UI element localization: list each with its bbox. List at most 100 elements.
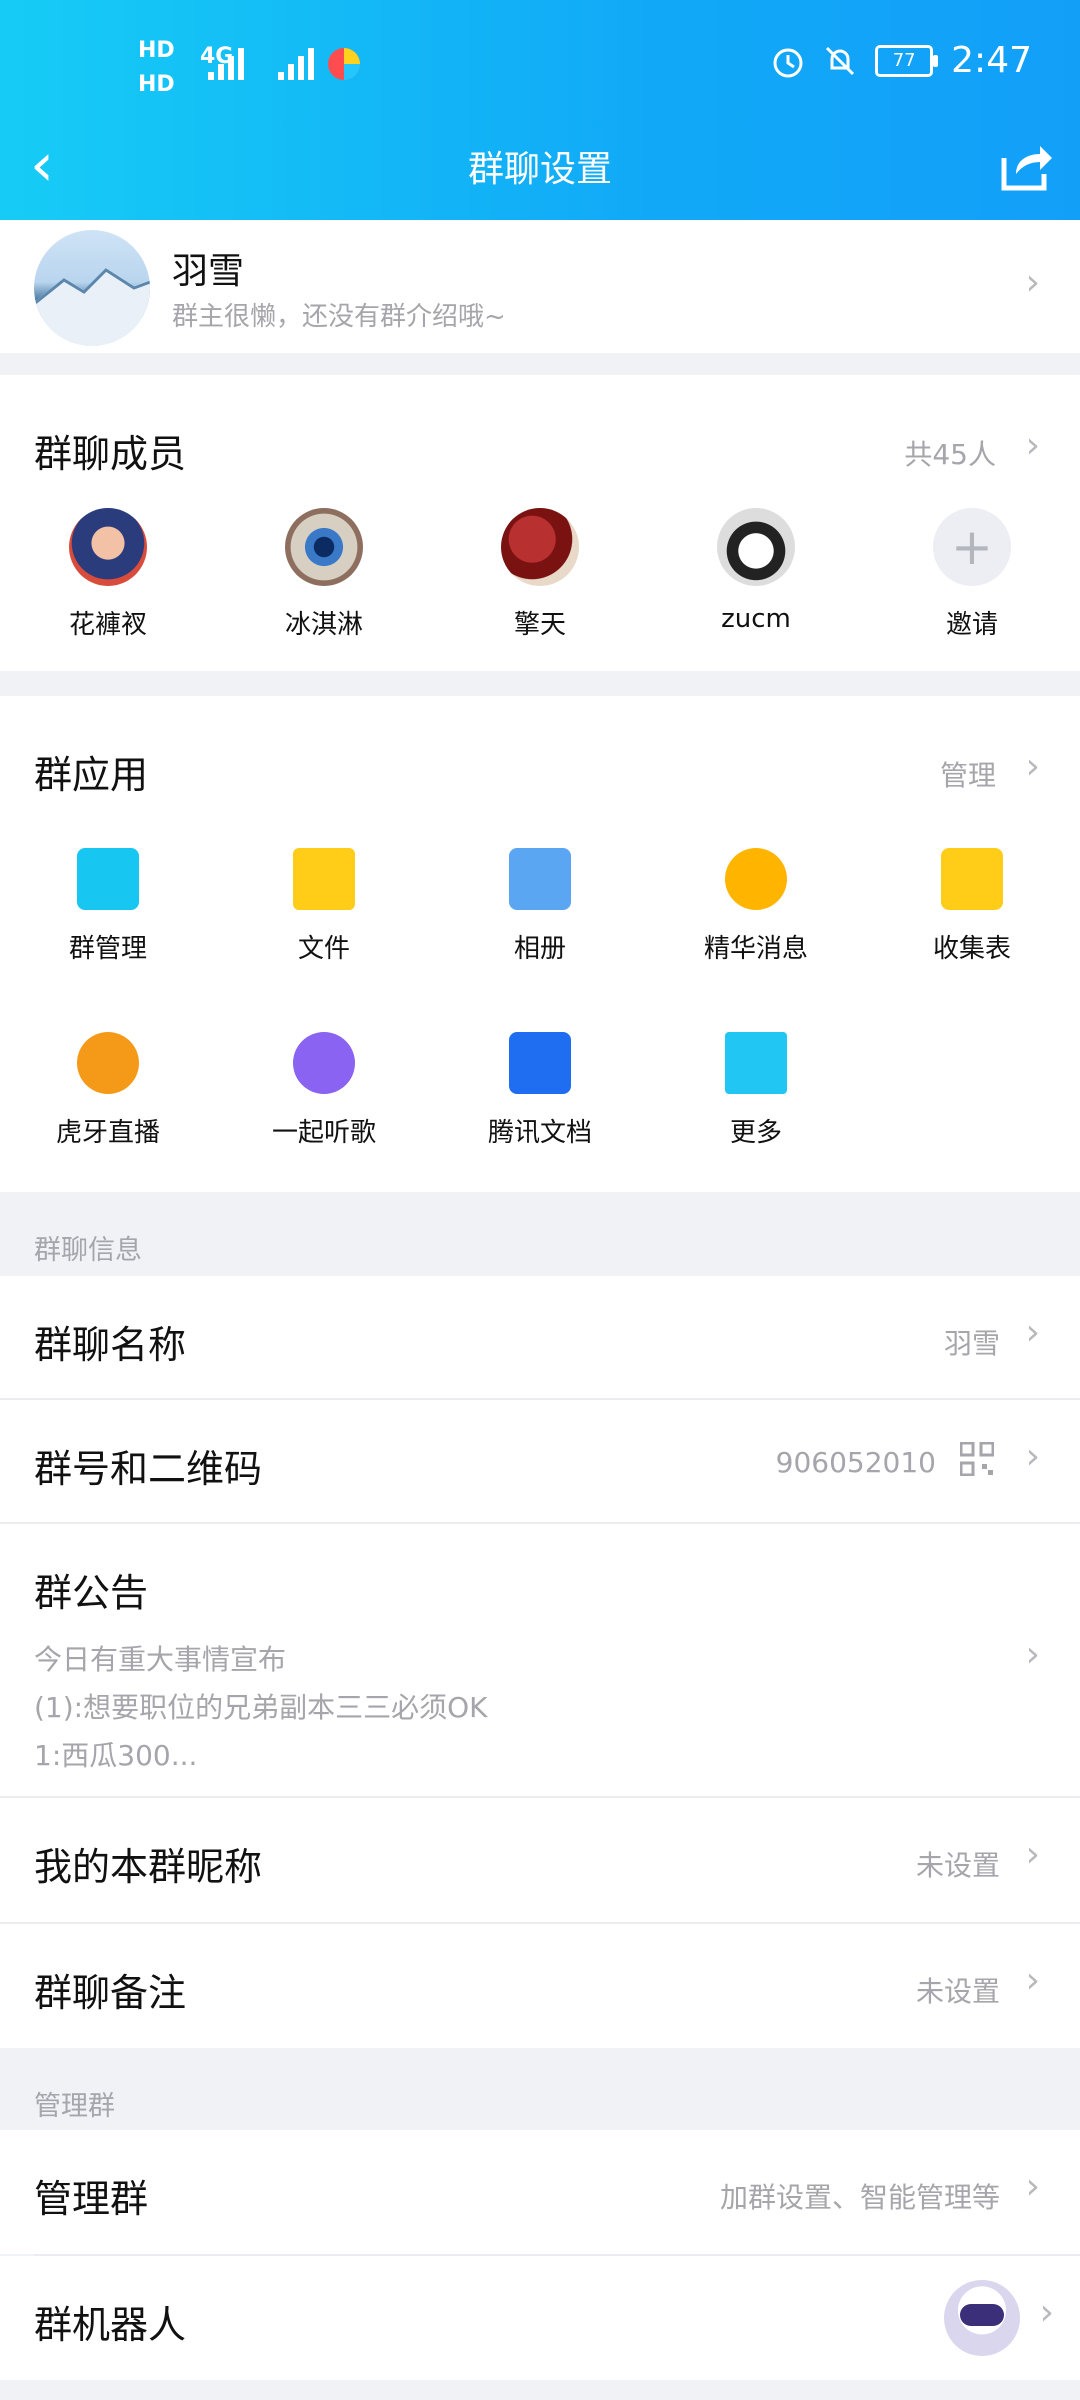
member-item[interactable]: zucm	[648, 508, 864, 641]
app-label: 一起听歌	[271, 1118, 376, 1148]
app-item[interactable]: 收集表	[864, 848, 1080, 1032]
app-item[interactable]: 一起听歌	[216, 1032, 432, 1216]
chevron-right-icon: ›	[1025, 1960, 1040, 2001]
notice-line: 1:西瓜300...	[34, 1739, 198, 1772]
my-nickname-row[interactable]: 我的本群昵称 未设置 ›	[0, 1798, 1080, 1922]
mountain-image	[34, 268, 150, 346]
signal-2-icon	[278, 48, 314, 80]
alarm-icon	[773, 48, 803, 77]
group-remark-row[interactable]: 群聊备注 未设置 ›	[0, 1924, 1080, 2048]
form-icon	[941, 848, 1003, 910]
app-label: 文件	[297, 934, 350, 964]
app-label: 腾讯文档	[487, 1118, 592, 1148]
chevron-right-icon: ›	[1025, 425, 1040, 466]
member-item[interactable]: 擎天	[432, 508, 648, 641]
tencent-docs-icon	[509, 1032, 571, 1094]
member-list: 花褲衩 冰淇淋 擎天 zucm + 邀请	[0, 508, 1080, 641]
member-name: 花褲衩	[68, 610, 147, 640]
app-item[interactable]: 相册	[432, 848, 648, 1032]
status-right: 77 2:47	[771, 40, 1032, 81]
app-item[interactable]: 更多	[648, 1032, 864, 1216]
group-avatar[interactable]	[34, 230, 150, 346]
group-name: 羽雪	[172, 251, 245, 292]
add-icon[interactable]: +	[933, 508, 1011, 586]
hd1-indicator: HD	[138, 38, 175, 63]
music-icon	[293, 1032, 355, 1094]
manage-value: 加群设置、智能管理等	[719, 2181, 1000, 2214]
members-title: 群聊成员	[34, 432, 187, 476]
essence-icon	[725, 848, 787, 910]
remark-label: 群聊备注	[34, 1971, 187, 2015]
group-id-label: 群号和二维码	[34, 1447, 263, 1491]
members-count[interactable]: 共45人	[904, 433, 996, 473]
app-label: 相册	[513, 934, 566, 964]
invite-item[interactable]: + 邀请	[864, 508, 1080, 641]
chevron-right-icon: ›	[1025, 746, 1040, 787]
group-robot-row[interactable]: 群机器人 ›	[0, 2256, 1080, 2380]
member-name: zucm	[721, 604, 791, 634]
remark-value: 未设置	[915, 1975, 1000, 2008]
app-label: 收集表	[932, 934, 1011, 964]
app-item[interactable]: 虎牙直播	[0, 1032, 216, 1216]
member-avatar[interactable]	[501, 508, 579, 586]
folder-icon	[293, 848, 355, 910]
member-item[interactable]: 冰淇淋	[216, 508, 432, 641]
robot-icon	[944, 2280, 1020, 2356]
app-label: 精华消息	[703, 934, 808, 964]
member-avatar[interactable]	[69, 508, 147, 586]
robot-label: 群机器人	[34, 2303, 187, 2347]
invite-label: 邀请	[945, 610, 998, 640]
notice-line: 今日有重大事情宣布	[34, 1643, 287, 1676]
chevron-right-icon: ›	[1025, 2166, 1040, 2207]
chevron-right-icon: ›	[1039, 2292, 1054, 2333]
chevron-right-icon: ›	[1025, 1834, 1040, 1875]
app-notification-icon	[328, 48, 360, 80]
nickname-value: 未设置	[915, 1849, 1000, 1882]
nav-bar: ‹ 群聊设置	[0, 130, 1080, 220]
status-bar: HD HD 4G 77 2:47	[0, 0, 1080, 130]
share-icon[interactable]	[994, 138, 1054, 198]
notice-label: 群公告	[34, 1571, 149, 1615]
apps-manage[interactable]: 管理	[940, 754, 996, 794]
apps-grid: 群管理 文件 相册 精华消息 收集表 虎牙直播 一起听歌 腾讯文档 更多	[0, 848, 1080, 1216]
group-name-row[interactable]: 群聊名称 羽雪 ›	[0, 1276, 1080, 1398]
group-notice-row[interactable]: 群公告 今日有重大事情宣布 (1):想要职位的兄弟副本三三必须OK 1:西瓜30…	[0, 1524, 1080, 1796]
notice-line: (1):想要职位的兄弟副本三三必须OK	[34, 1691, 488, 1724]
group-id-value: 906052010	[775, 1446, 936, 1479]
app-item[interactable]: 腾讯文档	[432, 1032, 648, 1216]
chevron-right-icon: ›	[1025, 1634, 1040, 1675]
group-profile-card[interactable]: 羽雪 群主很懒，还没有群介绍哦~ ›	[0, 220, 1080, 353]
group-name-label: 群聊名称	[34, 1323, 187, 1367]
manage-section-label: 管理群	[34, 2091, 115, 2122]
member-name: 擎天	[513, 610, 566, 640]
mute-icon	[826, 46, 855, 75]
app-item[interactable]: 文件	[216, 848, 432, 1032]
member-avatar[interactable]	[285, 508, 363, 586]
group-intro: 群主很懒，还没有群介绍哦~	[172, 302, 506, 332]
group-name-value: 羽雪	[943, 1327, 1000, 1360]
chevron-right-icon: ›	[1025, 1436, 1040, 1477]
more-icon	[725, 1032, 787, 1094]
group-manage-icon	[77, 848, 139, 910]
app-label: 更多	[729, 1118, 782, 1148]
huya-icon	[77, 1032, 139, 1094]
notice-preview: 今日有重大事情宣布 (1):想要职位的兄弟副本三三必须OK 1:西瓜300...	[34, 1636, 488, 1780]
app-item[interactable]: 精华消息	[648, 848, 864, 1032]
manage-group-row[interactable]: 管理群 加群设置、智能管理等 ›	[0, 2130, 1080, 2254]
qr-code-icon	[960, 1442, 994, 1476]
apps-title: 群应用	[34, 753, 149, 797]
chevron-right-icon: ›	[1025, 1312, 1040, 1353]
clock: 2:47	[951, 40, 1032, 81]
member-item[interactable]: 花褲衩	[0, 508, 216, 641]
app-item[interactable]: 群管理	[0, 848, 216, 1032]
battery-icon: 77	[875, 44, 939, 77]
top-bar: HD HD 4G 77 2:47 ‹ 群聊设置	[0, 0, 1080, 220]
hd2-indicator: HD	[138, 72, 175, 97]
manage-label: 管理群	[34, 2177, 149, 2221]
info-section-label: 群聊信息	[34, 1235, 142, 1266]
group-id-row[interactable]: 群号和二维码 906052010 ›	[0, 1400, 1080, 1522]
app-label: 群管理	[68, 934, 147, 964]
page-title: 群聊设置	[467, 149, 612, 190]
member-avatar[interactable]	[717, 508, 795, 586]
chevron-right-icon: ›	[1025, 262, 1040, 303]
